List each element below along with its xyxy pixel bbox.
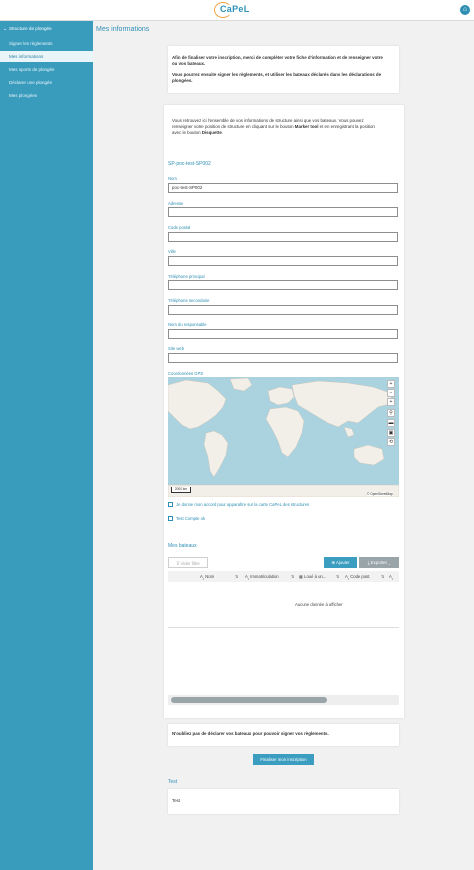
reset-view-icon[interactable]: ⟲ xyxy=(387,438,395,446)
test-card xyxy=(168,789,399,814)
sidebar-item-mes-sports[interactable]: Mes sports de plongée xyxy=(0,64,93,75)
info-line-3: avec le bouton Disquette. xyxy=(172,130,223,136)
save-disk-icon[interactable]: ▣ xyxy=(387,429,395,437)
empty-table-message: Aucune donnée à afficher xyxy=(295,602,343,607)
code-postal-field[interactable] xyxy=(168,232,398,242)
bateaux-title: Mes bateaux xyxy=(168,543,197,549)
delete-icon[interactable]: ▬ xyxy=(387,419,395,427)
export-button[interactable]: ⤓ Exporter ⌄ xyxy=(359,557,399,568)
boats-table-header: Az Nom ⇅ Az Immatriculation ⇅ ▦ Loué à u… xyxy=(168,571,399,582)
test-compte-checkbox[interactable] xyxy=(168,516,173,521)
info-text: . xyxy=(221,130,224,135)
sort-icon[interactable]: ⇅ xyxy=(336,571,339,582)
intro-card xyxy=(168,46,399,93)
map-attribution: © OpenStreetMap xyxy=(367,492,393,496)
column-header-immatriculation[interactable]: Az Immatriculation xyxy=(245,571,279,585)
telephone-principal-field[interactable] xyxy=(168,280,398,290)
column-label: Nom xyxy=(205,574,215,579)
gps-map[interactable]: 2000 km © OpenStreetMap xyxy=(168,377,399,497)
column-header-loue[interactable]: ▦ Loué à un... xyxy=(299,571,326,582)
sidebar: ⌄ Structure de plongée Signer les règlem… xyxy=(0,21,93,870)
sidebar-item-label: Mes sports de plongée xyxy=(9,67,55,72)
sidebar-item-declarer-plongee[interactable]: Déclarer une plongée xyxy=(0,77,93,88)
finalize-button[interactable]: Finaliser mon inscription xyxy=(253,754,314,765)
marker-tool-icon[interactable]: ⚲ xyxy=(387,409,395,417)
telephone-principal-label: Téléphone principal xyxy=(168,274,205,279)
sidebar-section-structure[interactable]: ⌄ Structure de plongée xyxy=(0,24,93,34)
top-bar: CaPeL ⌂ xyxy=(0,0,474,21)
sidebar-item-label: Mes plongées xyxy=(9,93,38,98)
capel-logo[interactable]: CaPeL xyxy=(214,2,250,18)
intro-line-3: Vous pourrez ensuite signer les règlemen… xyxy=(172,72,382,77)
zoom-in-button[interactable]: + xyxy=(387,380,395,388)
user-icon[interactable]: ⌂ xyxy=(460,5,470,15)
page-title: Mes informations xyxy=(96,26,150,33)
clear-filter-button[interactable]: ⊽ Vider filtre xyxy=(168,557,208,568)
logo-text: CaPeL xyxy=(220,4,250,14)
column-label: Immatriculation xyxy=(250,574,279,579)
column-label: Code post. xyxy=(350,574,371,579)
info-marker-tool: Marker tool xyxy=(294,124,319,129)
site-web-label: Site web xyxy=(168,346,185,351)
scrollbar-thumb[interactable] xyxy=(171,697,327,703)
test-compte-label: Test Compte ok xyxy=(176,516,206,521)
zoom-out-button[interactable]: − xyxy=(387,389,395,397)
info-disquette: Disquette xyxy=(201,130,222,135)
reminder-text: N'oubliez pas de déclarer vos bateaux po… xyxy=(172,731,329,736)
nom-label: Nom xyxy=(168,176,177,181)
column-header-overflow[interactable]: Az xyxy=(389,571,393,585)
sidebar-item-signer-reglements[interactable]: Signer les règlements xyxy=(0,38,93,49)
column-label: Loué à un... xyxy=(304,574,327,579)
code-postal-label: Code postal xyxy=(168,225,191,230)
chevron-down-icon: ⌄ xyxy=(3,26,8,32)
export-label: Exporter xyxy=(370,560,388,565)
test-section-title: Test xyxy=(168,779,178,785)
sidebar-section-label: Structure de plongée xyxy=(9,26,52,31)
sidebar-item-mes-informations[interactable]: Mes informations xyxy=(0,51,93,62)
ville-label: Ville xyxy=(168,249,176,254)
column-header-code-postal[interactable]: Az Code post. xyxy=(345,571,370,585)
sidebar-item-mes-plongees[interactable]: Mes plongées xyxy=(0,90,93,101)
table-divider xyxy=(168,627,399,628)
site-web-field[interactable] xyxy=(168,353,398,363)
telephone-secondaire-field[interactable] xyxy=(168,305,398,315)
gps-label: Coordonnées GPS xyxy=(168,371,204,376)
world-map-land xyxy=(168,377,399,497)
sort-icon[interactable]: ⇅ xyxy=(381,571,384,582)
sort-icon[interactable]: ⇅ xyxy=(235,571,238,582)
test-body: Test xyxy=(172,798,181,803)
intro-line-4: plongées. xyxy=(172,78,193,83)
info-text: avec le bouton xyxy=(172,130,202,135)
clear-filter-label: Vider filtre xyxy=(180,561,200,566)
consent-label: Je donne mon accord pour apparaître sur … xyxy=(176,502,310,507)
zoom-extra-button[interactable]: + xyxy=(387,398,395,406)
info-text: et en enregistrant la position xyxy=(318,124,375,129)
chevron-down-icon: ⌄ xyxy=(387,560,391,565)
nom-responsable-field[interactable] xyxy=(168,329,398,339)
nom-field[interactable]: poc-test-SP002 xyxy=(168,183,398,193)
sort-icon[interactable]: ⇅ xyxy=(291,571,294,582)
structure-title: SP-poc-test-SP002 xyxy=(168,161,211,167)
ville-field[interactable] xyxy=(168,256,398,266)
sidebar-item-label: Signer les règlements xyxy=(9,41,53,46)
add-boat-button[interactable]: ⊕ Ajouter xyxy=(324,557,357,568)
nom-responsable-label: Nom du responsable xyxy=(168,322,207,327)
horizontal-scrollbar[interactable] xyxy=(168,695,399,705)
intro-line-2: ou vos bateaux. xyxy=(172,61,206,66)
add-label: Ajouter xyxy=(335,560,350,565)
adresse-label: Adresse xyxy=(168,201,184,206)
telephone-secondaire-label: Téléphone secondaire xyxy=(168,298,210,303)
info-text: renseigner votre position de structure e… xyxy=(172,124,295,129)
sidebar-item-label: Déclarer une plongée xyxy=(9,80,53,85)
consent-checkbox[interactable] xyxy=(168,502,173,507)
sidebar-item-label: Mes informations xyxy=(9,54,44,59)
adresse-field[interactable] xyxy=(168,207,398,217)
map-scale: 2000 km xyxy=(171,487,191,493)
column-header-nom[interactable]: Az Nom xyxy=(200,571,214,585)
